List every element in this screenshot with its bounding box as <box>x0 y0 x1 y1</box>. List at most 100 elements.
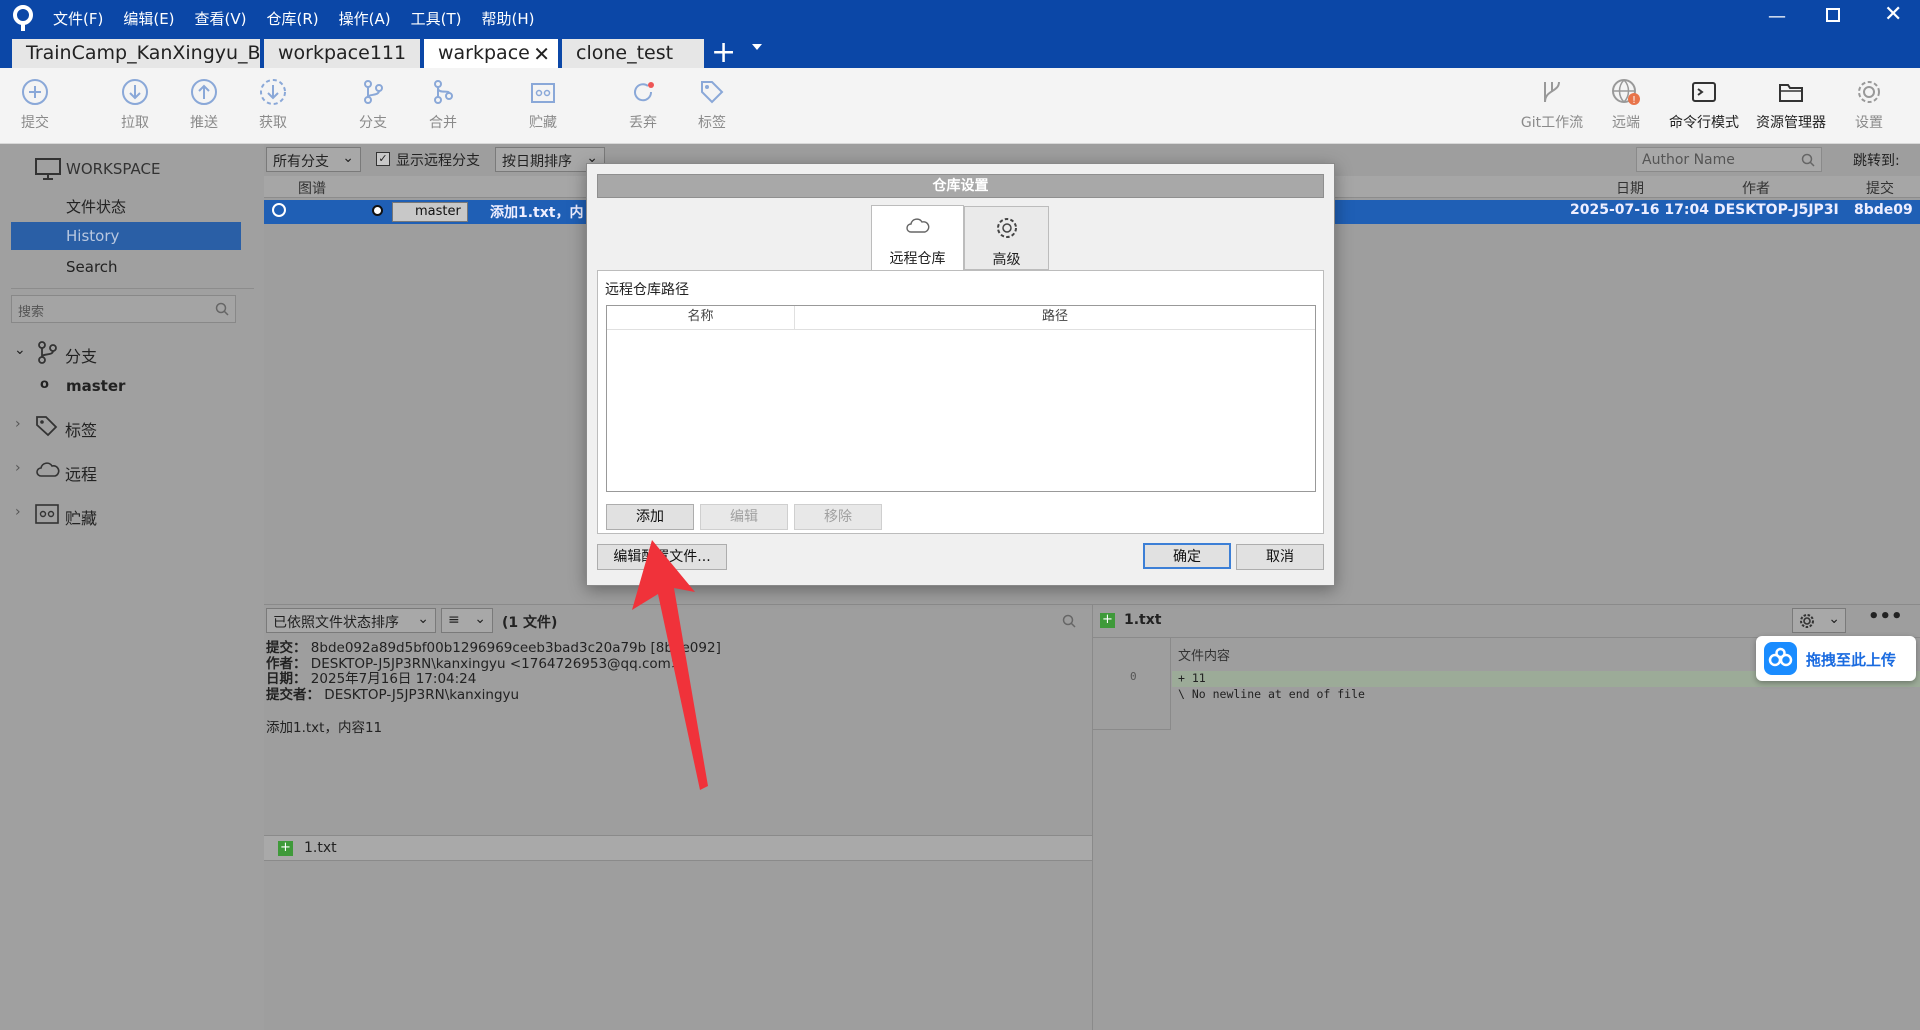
sidebar-tags[interactable]: 标签 <box>65 417 97 441</box>
stashes-expand-chevron-icon[interactable]: › <box>15 504 21 520</box>
fetch-arrow-down-icon <box>260 79 286 105</box>
branch-filter-dropdown[interactable]: 所有分支 ⌄ <box>266 147 361 172</box>
diff-options-dropdown[interactable]: ⌄ <box>1792 608 1846 633</box>
branches-expand-chevron-icon[interactable]: ⌄ <box>14 342 26 358</box>
close-tab-icon[interactable]: ✕ <box>533 42 550 66</box>
add-remote-button[interactable]: 添加 <box>606 504 694 530</box>
tag-button[interactable]: 标签 <box>677 78 747 132</box>
sidebar-item-history-selected[interactable] <box>11 222 241 250</box>
date-value: 2025年7月16日 17:04:24 <box>310 671 477 687</box>
menu-actions[interactable]: 操作(A) <box>339 8 391 29</box>
branch-label-text: master <box>415 204 461 219</box>
col-date[interactable]: 日期 <box>1616 178 1644 198</box>
menu-tools[interactable]: 工具(T) <box>411 8 462 29</box>
tab-warkpace[interactable]: warkpace ✕ <box>424 39 558 68</box>
view-mode-dropdown[interactable]: ≡ ⌄ <box>441 608 493 633</box>
changed-file-name: 1.txt <box>304 840 337 856</box>
remotes-expand-chevron-icon[interactable]: › <box>15 460 21 476</box>
minimize-icon[interactable]: — <box>1768 6 1788 27</box>
tab-advanced[interactable]: 高级 <box>964 206 1049 270</box>
upload-drop-widget[interactable]: 拖拽至此上传 <box>1756 636 1916 681</box>
branch-icon <box>364 80 383 104</box>
remote-button[interactable]: ! 远端 <box>1590 78 1662 132</box>
file-count: (1 文件) <box>502 615 558 631</box>
sidebar-item-file-status[interactable]: 文件状态 <box>66 196 126 217</box>
col-author[interactable]: 作者 <box>1742 178 1770 198</box>
toolbar-label: 贮藏 <box>529 115 557 131</box>
changed-file-row[interactable]: + 1.txt <box>264 835 1092 861</box>
search-icon[interactable] <box>1062 614 1076 628</box>
menu-view[interactable]: 查看(V) <box>195 8 247 29</box>
annotation-arrow-icon <box>632 540 708 790</box>
author-filter-input[interactable]: Author Name <box>1636 147 1822 172</box>
terminal-button[interactable]: 命令行模式 <box>1662 78 1746 132</box>
new-tab-plus-icon[interactable]: + <box>711 35 736 70</box>
show-remote-checkbox[interactable]: ✓ <box>376 152 390 166</box>
remove-remote-button[interactable]: 移除 <box>794 504 882 530</box>
tab-label: workpace111 <box>278 42 407 64</box>
tab-list-chevron-down-icon[interactable] <box>752 44 762 50</box>
stash-button[interactable]: 贮藏 <box>508 78 578 132</box>
push-button[interactable]: 推送 <box>169 78 239 132</box>
toolbar-label: 获取 <box>259 115 287 131</box>
sidebar-remotes[interactable]: 远程 <box>65 461 97 485</box>
sidebar-search-input[interactable]: 搜索 <box>11 295 236 323</box>
menu-edit[interactable]: 编辑(E) <box>123 8 174 29</box>
monitor-icon <box>35 158 61 180</box>
toolbar-label: 资源管理器 <box>1756 115 1826 131</box>
pull-arrow-down-icon <box>122 79 148 105</box>
sidebar-divider <box>11 288 254 289</box>
menu-repository[interactable]: 仓库(R) <box>267 8 319 29</box>
pull-button[interactable]: 拉取 <box>100 78 170 132</box>
merge-button[interactable]: 合并 <box>408 78 478 132</box>
col-name[interactable]: 名称 <box>607 306 795 330</box>
file-sort-dropdown[interactable]: 已依照文件状态排序 ⌄ <box>266 608 436 633</box>
col-graph[interactable]: 图谱 <box>298 178 326 198</box>
file-added-icon: + <box>1100 613 1115 628</box>
tab-clone-test[interactable]: clone_test <box>562 39 704 68</box>
gear-icon <box>997 218 1017 238</box>
remote-panel: 远程仓库路径 名称 路径 添加 编辑 移除 <box>597 270 1324 534</box>
remote-table[interactable]: 名称 路径 <box>606 305 1316 492</box>
branch-button[interactable]: 分支 <box>338 78 408 132</box>
sidebar-item-history[interactable]: History <box>66 227 119 245</box>
maximize-icon[interactable] <box>1826 8 1840 22</box>
tab-label: 高级 <box>992 252 1021 268</box>
discard-button[interactable]: 丢弃 <box>608 78 678 132</box>
sidebar-branches[interactable]: 分支 <box>65 343 97 367</box>
line-number-gutter <box>1093 638 1171 730</box>
col-commit[interactable]: 提交 <box>1866 178 1894 198</box>
terminal-icon <box>1692 82 1716 102</box>
toolbar-label: 提交 <box>21 115 49 131</box>
sidebar-item-search[interactable]: Search <box>66 258 118 276</box>
search-placeholder: 搜索 <box>18 305 45 320</box>
upload-label: 拖拽至此上传 <box>1806 651 1897 669</box>
repo-tab-strip: TrainCamp_KanXingyu_B... workpace111 war… <box>0 35 1920 70</box>
fetch-button[interactable]: 获取 <box>238 78 308 132</box>
git-flow-button[interactable]: Git工作流 <box>1516 78 1588 132</box>
sidebar-branch-master[interactable]: master <box>66 377 125 395</box>
current-branch-marker-icon: o <box>40 377 49 392</box>
tab-traincamp[interactable]: TrainCamp_KanXingyu_B... <box>12 39 260 68</box>
explorer-button[interactable]: 资源管理器 <box>1748 78 1834 132</box>
row-date: 2025-07-16 17:04 <box>1570 202 1709 218</box>
sidebar-stashes[interactable]: 贮藏 <box>65 505 97 529</box>
more-options-icon[interactable]: ••• <box>1868 606 1903 627</box>
menu-file[interactable]: 文件(F) <box>53 8 103 29</box>
toolbar-label: 标签 <box>698 115 726 131</box>
cancel-button[interactable]: 取消 <box>1236 544 1324 570</box>
ok-button[interactable]: 确定 <box>1143 543 1231 569</box>
commit-node-icon <box>272 203 286 217</box>
remote-section-label: 远程仓库路径 <box>605 282 689 298</box>
tags-expand-chevron-icon[interactable]: › <box>15 416 21 432</box>
close-window-icon[interactable]: ✕ <box>1884 2 1902 27</box>
col-path[interactable]: 路径 <box>795 306 1315 330</box>
edit-remote-button[interactable]: 编辑 <box>700 504 788 530</box>
dialog-title: 仓库设置 <box>597 174 1324 198</box>
settings-button[interactable]: 设置 <box>1836 78 1902 132</box>
branch-label-master: master <box>392 202 468 222</box>
commit-button[interactable]: 提交 <box>0 78 70 132</box>
tab-workpace111[interactable]: workpace111 <box>264 39 420 68</box>
menu-help[interactable]: 帮助(H) <box>481 8 534 29</box>
tab-remote-repos[interactable]: 远程仓库 <box>871 205 964 271</box>
